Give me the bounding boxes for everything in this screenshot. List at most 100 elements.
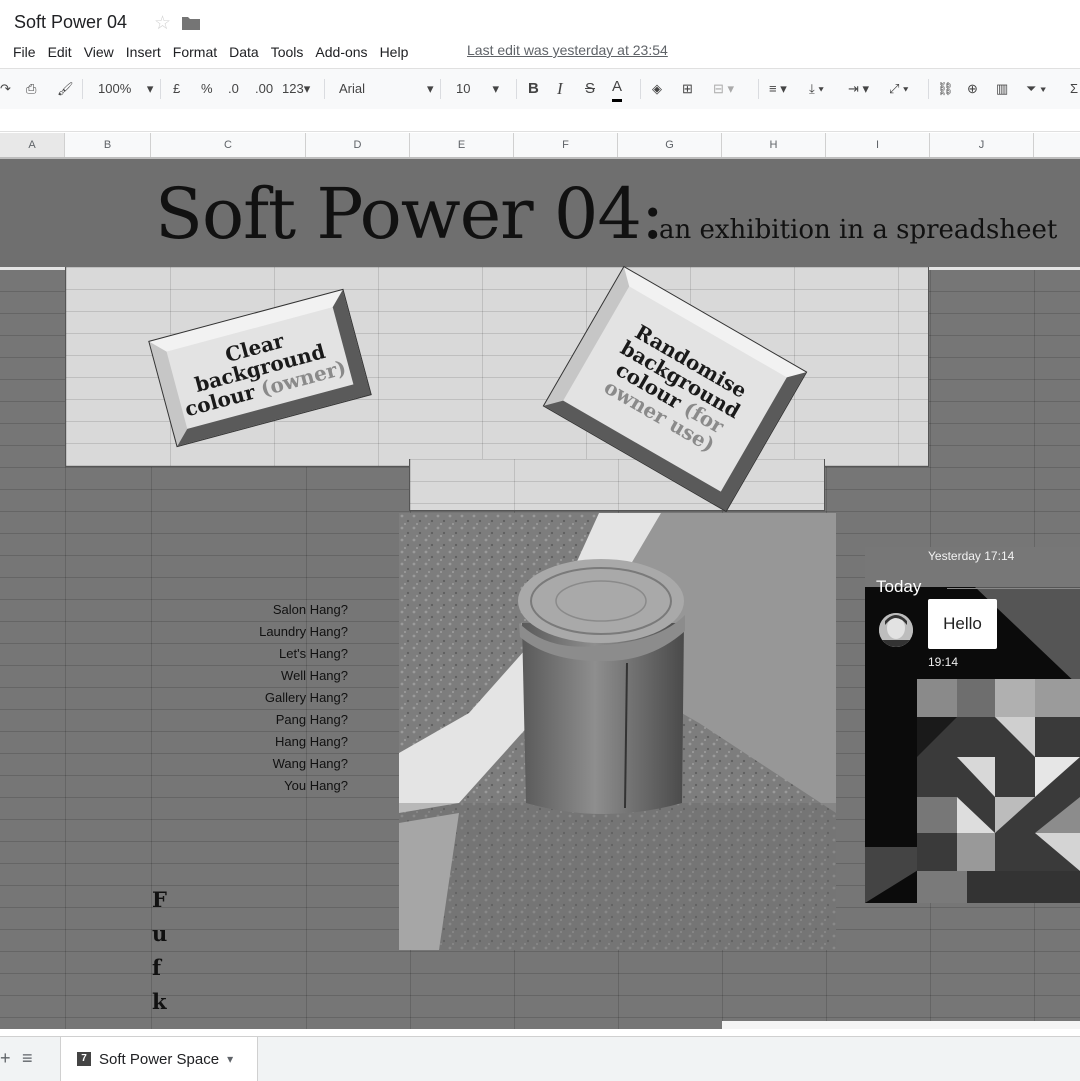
- menu-file[interactable]: File: [0, 44, 42, 60]
- column-header-c[interactable]: C: [151, 133, 306, 157]
- menu-insert[interactable]: Insert: [120, 44, 167, 60]
- menu-view[interactable]: View: [78, 44, 120, 60]
- chat-screenshot: Yesterday 17:14 Today Hello 19:14: [865, 547, 1080, 903]
- menu-bar: File Edit View Insert Format Data Tools …: [0, 42, 414, 62]
- title-band: Soft Power 04: an exhibition in a spread…: [0, 159, 1080, 267]
- font-value: Arial: [339, 81, 366, 96]
- vertical-align-icon[interactable]: ⤓ ▾: [809, 79, 824, 99]
- folder-icon[interactable]: [182, 16, 200, 30]
- vertical-letter[interactable]: k: [152, 985, 167, 1019]
- decrease-decimal-button[interactable]: .0: [228, 79, 239, 99]
- column-header-h[interactable]: H: [722, 133, 826, 157]
- text-wrap-icon[interactable]: ⇥ ▾: [848, 79, 869, 99]
- menu-data[interactable]: Data: [223, 44, 265, 60]
- borders-icon[interactable]: ⊞: [682, 79, 693, 99]
- increase-decimal-button[interactable]: .00: [255, 79, 273, 99]
- toolbar-divider: [82, 79, 83, 99]
- filter-icon[interactable]: ⏷ ▾: [1026, 79, 1046, 99]
- column-header-i[interactable]: I: [826, 133, 930, 157]
- list-item[interactable]: Salon Hang?: [200, 599, 348, 621]
- insert-chart-icon[interactable]: ▥: [996, 79, 1008, 99]
- toolbar-divider: [324, 79, 325, 99]
- document-title[interactable]: Soft Power 04: [14, 12, 127, 33]
- add-sheet-icon[interactable]: +: [0, 1048, 11, 1069]
- more-formats-label: 123: [282, 81, 304, 96]
- chevron-down-icon: ▾: [492, 81, 499, 96]
- menu-format[interactable]: Format: [167, 44, 223, 60]
- person-avatar-icon: [879, 613, 913, 647]
- list-item[interactable]: Let's Hang?: [200, 643, 348, 665]
- list-item[interactable]: Laundry Hang?: [200, 621, 348, 643]
- toolbar: ↷ ⎙ 🖌 100% ▾ £ % .0 .00 123▾ Arial ▾ 10 ▾ …: [0, 68, 1080, 110]
- vertical-letter[interactable]: f: [152, 951, 167, 985]
- column-header-d[interactable]: D: [306, 133, 410, 157]
- menu-help[interactable]: Help: [374, 44, 415, 60]
- list-item[interactable]: Gallery Hang?: [200, 687, 348, 709]
- tile-mosaic-illustration: [917, 679, 1080, 903]
- sheet-tab-soft-power-space[interactable]: 7 Soft Power Space ▾: [60, 1037, 258, 1081]
- font-select[interactable]: Arial ▾: [339, 79, 434, 99]
- italic-button[interactable]: I: [557, 79, 563, 99]
- list-item[interactable]: Hang Hang?: [200, 731, 348, 753]
- chat-timestamp: Yesterday 17:14: [928, 549, 1015, 563]
- font-size-select[interactable]: 10 ▾: [456, 79, 499, 99]
- randomise-background-label: Randomise background colour (for owner u…: [596, 319, 754, 459]
- formula-bar[interactable]: [0, 109, 1080, 132]
- page-title: Soft Power 04:: [155, 173, 665, 255]
- merge-cells-icon[interactable]: ⊟ ▾: [713, 79, 734, 99]
- menu-tools[interactable]: Tools: [265, 44, 310, 60]
- vertical-word: F u f k: [152, 883, 167, 1019]
- vertical-letter[interactable]: u: [152, 917, 167, 951]
- text-rotation-icon[interactable]: ⤢ ▾: [889, 79, 908, 99]
- chat-message-time: 19:14: [928, 655, 959, 669]
- list-item[interactable]: Pang Hang?: [200, 709, 348, 731]
- list-item[interactable]: Wang Hang?: [200, 753, 348, 775]
- more-formats-button[interactable]: 123▾: [282, 79, 310, 99]
- strikethrough-button[interactable]: S: [585, 79, 595, 99]
- toolbar-divider: [160, 79, 161, 99]
- chat-message-bubble[interactable]: Hello: [928, 599, 997, 649]
- insert-link-icon[interactable]: ⛓: [937, 79, 954, 99]
- bold-button[interactable]: B: [528, 79, 539, 99]
- paint-format-icon[interactable]: 🖌: [57, 79, 74, 99]
- chevron-down-icon: ▾: [427, 81, 434, 96]
- column-header-g[interactable]: G: [618, 133, 722, 157]
- button-panel-extension: [409, 459, 825, 511]
- column-header-j[interactable]: J: [930, 133, 1034, 157]
- toolbar-divider: [758, 79, 759, 99]
- spreadsheet-grid[interactable]: Soft Power 04: an exhibition in a spread…: [0, 159, 1080, 1029]
- text-color-button[interactable]: A: [612, 79, 623, 102]
- list-item[interactable]: Well Hang?: [200, 665, 348, 687]
- percent-button[interactable]: %: [201, 79, 213, 99]
- avatar[interactable]: [879, 613, 913, 647]
- print-icon[interactable]: ⎙: [26, 79, 36, 99]
- insert-comment-icon[interactable]: ⊕: [967, 79, 978, 99]
- page-subtitle: an exhibition in a spreadsheet: [659, 215, 1058, 245]
- list-item[interactable]: You Hang?: [200, 775, 348, 797]
- partial-image-edge: [722, 1021, 1080, 1029]
- toolbar-divider: [516, 79, 517, 99]
- stump-photo-illustration: [399, 513, 836, 950]
- menu-edit[interactable]: Edit: [42, 44, 78, 60]
- last-edit-link[interactable]: Last edit was yesterday at 23:54: [467, 42, 668, 58]
- zoom-select[interactable]: 100% ▾: [98, 79, 153, 99]
- column-header-a[interactable]: A: [0, 133, 65, 157]
- vertical-letter[interactable]: F: [152, 883, 167, 917]
- column-header-f[interactable]: F: [514, 133, 618, 157]
- column-header-k[interactable]: [1034, 133, 1080, 157]
- fill-color-icon[interactable]: ◈: [652, 79, 662, 99]
- chevron-down-icon: ▾: [146, 81, 154, 96]
- currency-button[interactable]: £: [173, 79, 180, 99]
- horizontal-align-icon[interactable]: ≡ ▾: [769, 79, 787, 99]
- chevron-down-icon[interactable]: ▾: [227, 1052, 233, 1066]
- sheet-badge-icon: 7: [77, 1052, 91, 1066]
- column-header-e[interactable]: E: [410, 133, 514, 157]
- all-sheets-icon[interactable]: ≡: [22, 1048, 33, 1069]
- column-header-b[interactable]: B: [65, 133, 151, 157]
- title-bar: Soft Power 04 ☆ File Edit View Insert Fo…: [0, 0, 1080, 66]
- redo-icon[interactable]: ↷: [0, 79, 11, 99]
- functions-icon[interactable]: Σ: [1070, 79, 1078, 99]
- menu-add-ons[interactable]: Add-ons: [309, 44, 373, 60]
- chat-image-attachment[interactable]: [917, 679, 1080, 903]
- star-icon[interactable]: ☆: [154, 12, 171, 35]
